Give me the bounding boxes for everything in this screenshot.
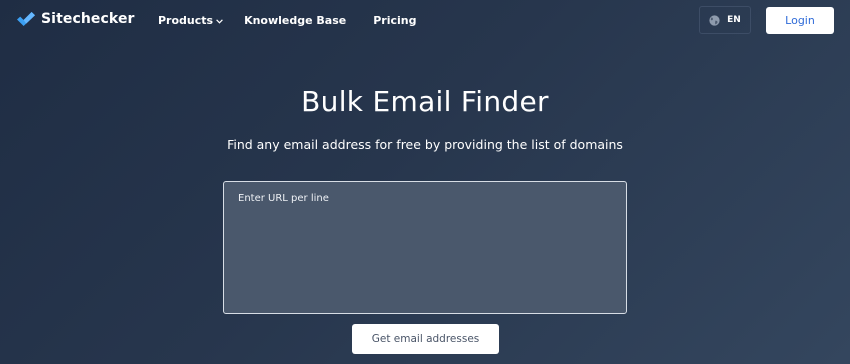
nav-products-label: Products xyxy=(158,14,214,27)
chevron-down-icon xyxy=(216,18,223,24)
page-title: Bulk Email Finder xyxy=(301,85,549,118)
nav-pricing[interactable]: Pricing xyxy=(373,14,416,27)
page-subtitle: Find any email address for free by provi… xyxy=(227,137,623,152)
logo[interactable]: Sitechecker xyxy=(17,11,135,27)
url-list-input[interactable] xyxy=(223,181,627,314)
language-selector[interactable]: EN xyxy=(699,6,751,34)
nav-products[interactable]: Products xyxy=(158,14,223,27)
globe-icon xyxy=(709,14,720,26)
top-navigation-bar: Sitechecker Products Knowledge Base Pric… xyxy=(0,0,850,40)
brand-name: Sitechecker xyxy=(41,11,135,27)
language-label: EN xyxy=(727,15,741,25)
login-button[interactable]: Login xyxy=(766,7,834,34)
get-email-addresses-button[interactable]: Get email addresses xyxy=(352,324,499,354)
checkmark-logo-icon xyxy=(17,12,35,26)
main-nav: Products Knowledge Base Pricing xyxy=(158,14,417,27)
nav-knowledge-base[interactable]: Knowledge Base xyxy=(244,14,346,27)
